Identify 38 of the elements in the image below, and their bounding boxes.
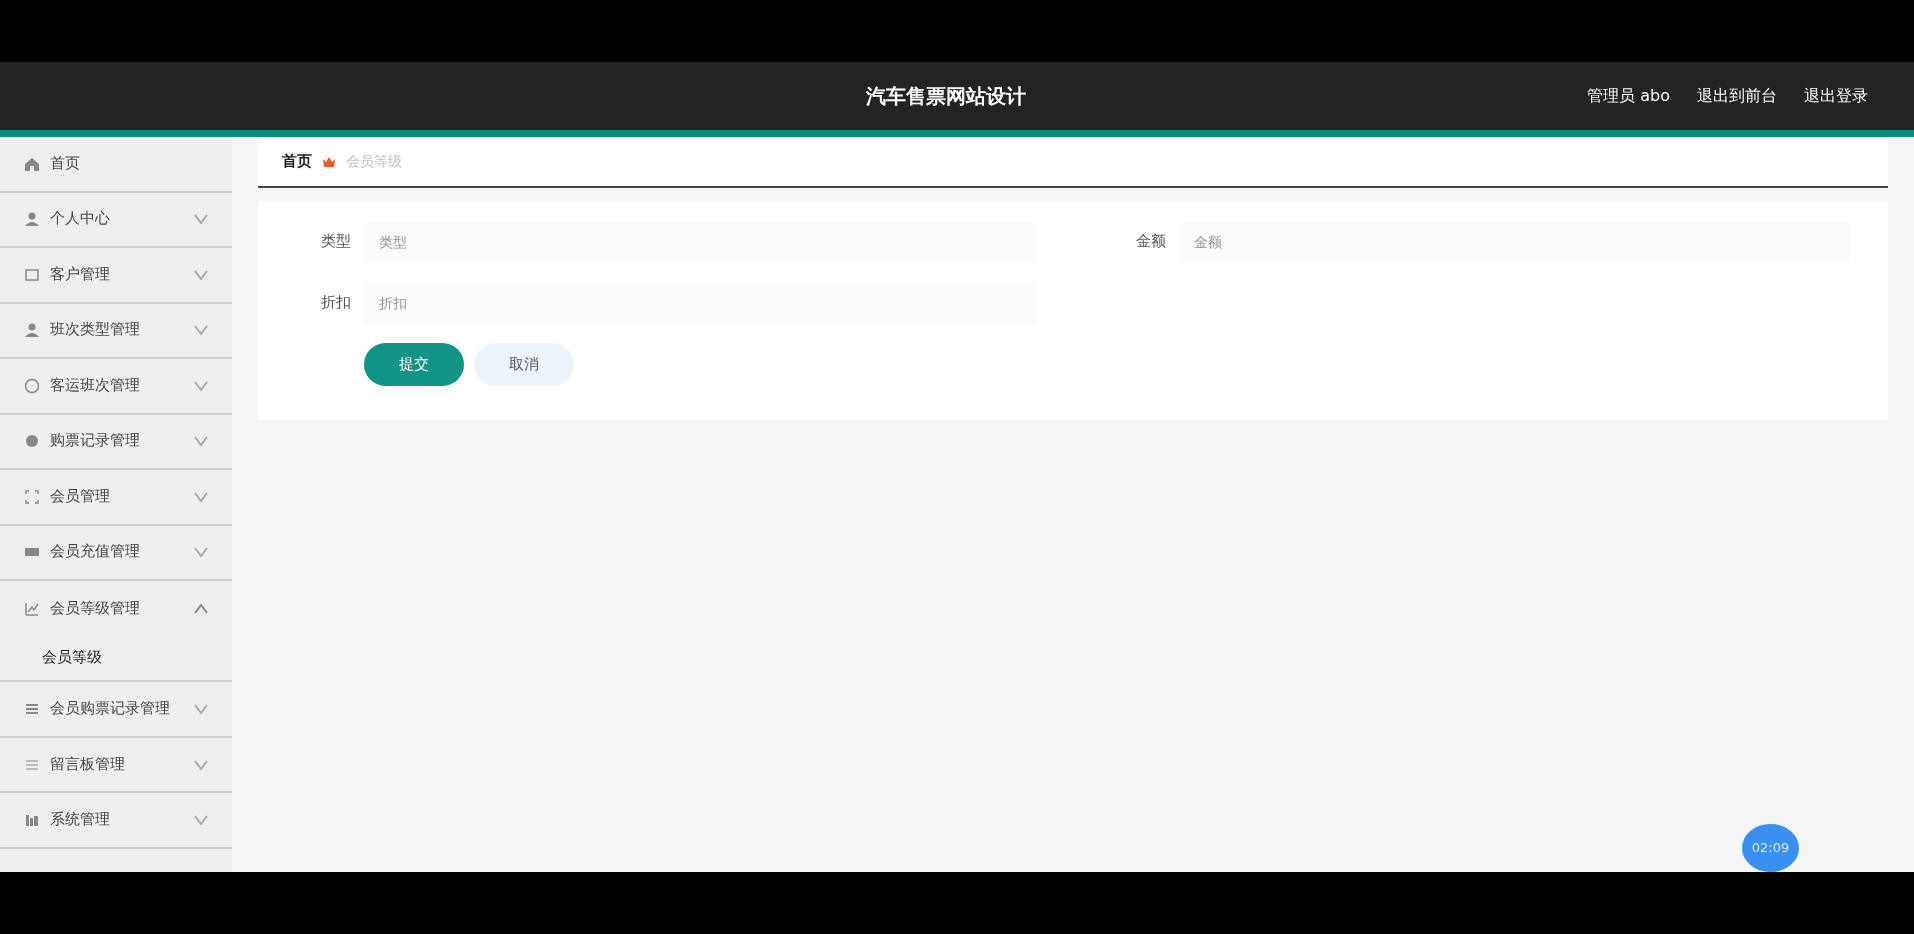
field-label: 折扣 xyxy=(320,292,352,312)
sidebar-item[interactable]: 个人中心 xyxy=(0,192,232,248)
list-icon xyxy=(24,701,40,717)
input-field[interactable]: 折扣 xyxy=(365,282,1035,323)
sidebar-item[interactable]: 留言板管理 xyxy=(0,737,232,794)
header-link[interactable]: 退出登录 xyxy=(1804,84,1868,108)
frame-icon xyxy=(24,266,40,283)
sidebar-subitem[interactable]: 会员等级 xyxy=(0,636,232,681)
sidebar-item[interactable]: 客运班次管理 xyxy=(0,359,232,415)
clock-badge: 02:09 xyxy=(1742,824,1799,872)
sidebar-item[interactable]: 会员管理 xyxy=(0,470,232,526)
sidebar-item[interactable]: 首页 xyxy=(0,137,232,193)
home-icon xyxy=(24,155,40,172)
sidebar-item[interactable]: 系统管理 xyxy=(0,793,232,849)
crown-icon xyxy=(322,155,336,168)
sidebar-item[interactable]: 会员等级管理 xyxy=(0,581,232,637)
field-label: 金额 xyxy=(1135,231,1167,251)
cancel-button[interactable]: 取消 xyxy=(474,343,574,386)
person-icon xyxy=(24,322,40,339)
sidebar-item[interactable]: 会员购票记录管理 xyxy=(0,682,232,738)
input-field[interactable]: 金额 xyxy=(1180,221,1850,262)
input-field[interactable]: 类型 xyxy=(365,221,1035,262)
sidebar-item[interactable]: 客户管理 xyxy=(0,248,232,304)
sidebar-item[interactable]: 班次类型管理 xyxy=(0,303,232,359)
expand-icon xyxy=(24,488,40,505)
header-link[interactable]: 管理员 abo xyxy=(1587,84,1670,108)
breadcrumb-item[interactable]: 首页 xyxy=(282,150,312,173)
sidebar-item[interactable]: 会员充值管理 xyxy=(0,525,232,581)
submit-button[interactable]: 提交 xyxy=(364,343,464,386)
breadcrumb-item: 会员等级 xyxy=(346,152,402,171)
person-icon xyxy=(24,211,40,228)
site-title: 汽车售票网站设计 xyxy=(866,83,1026,110)
field-label: 类型 xyxy=(320,231,352,251)
sidebar-item[interactable]: 购票记录管理 xyxy=(0,414,232,470)
header-link[interactable]: 退出到前台 xyxy=(1697,84,1777,108)
bar-chart-icon xyxy=(24,812,40,828)
chart-icon xyxy=(24,600,40,617)
compass-icon xyxy=(24,377,40,394)
